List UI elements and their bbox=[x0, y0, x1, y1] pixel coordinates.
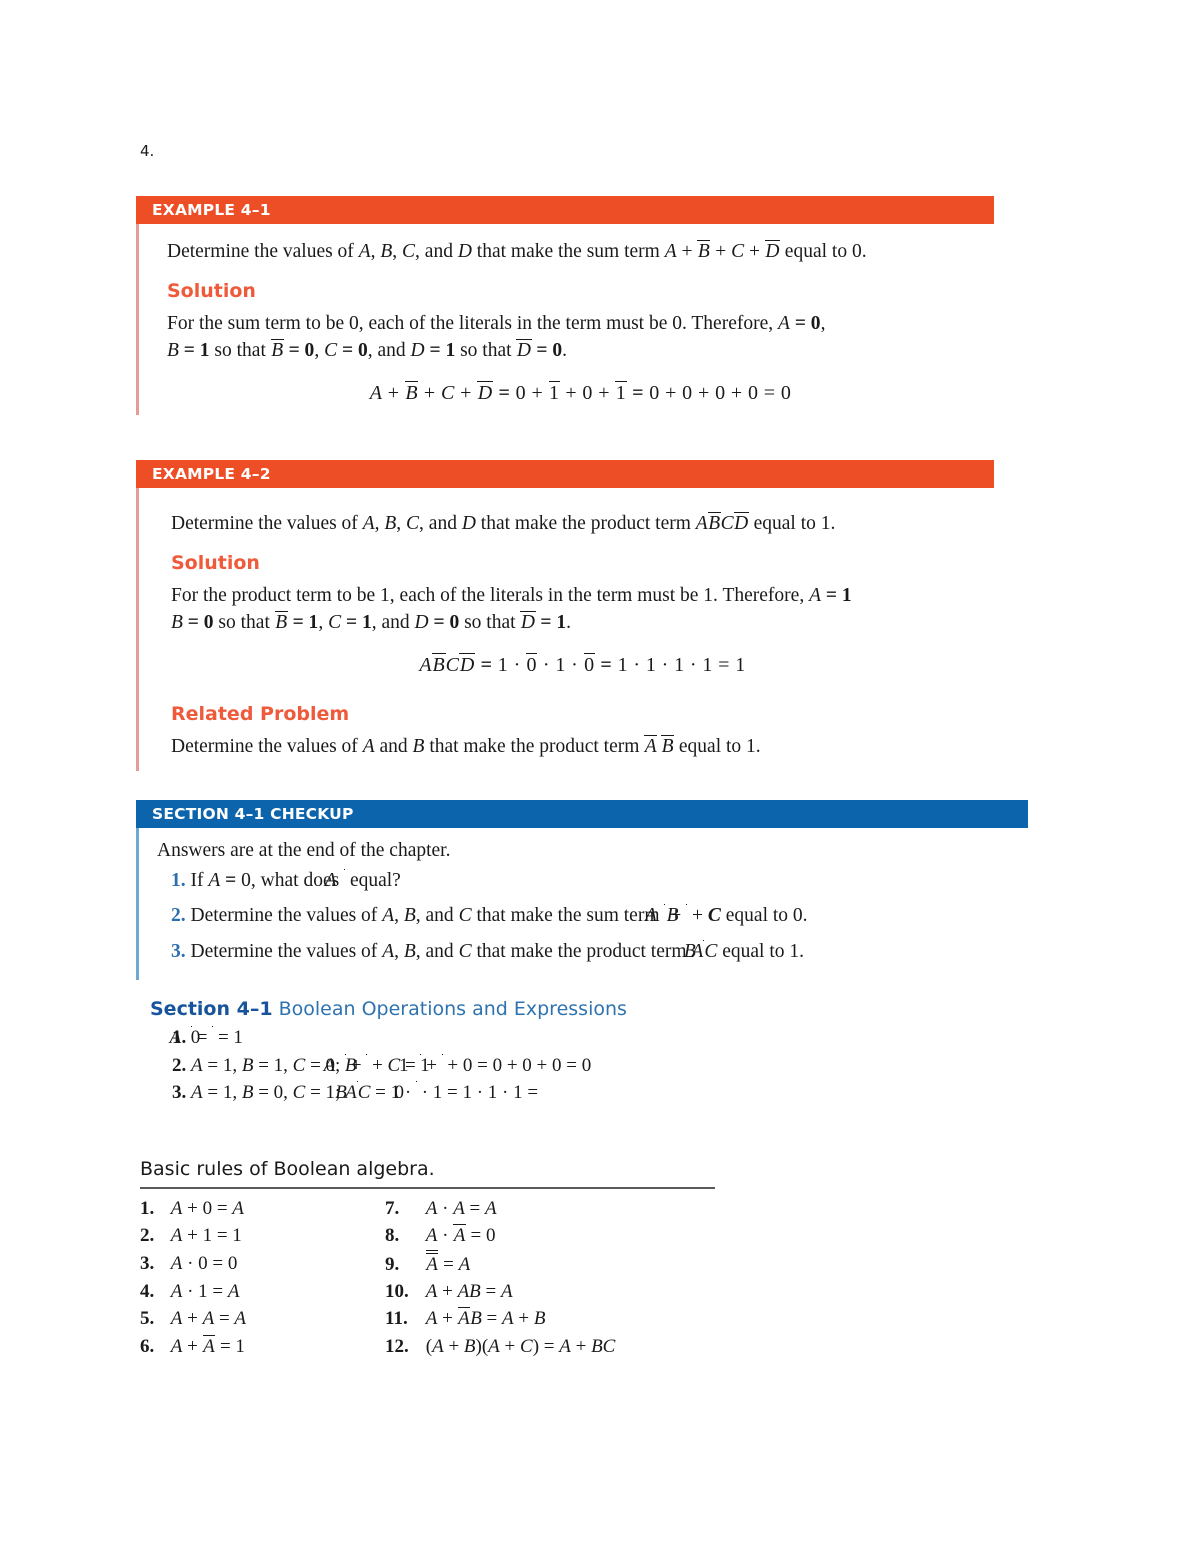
rule-row-12: 12. (A + B)(A + C) = A + BC bbox=[385, 1333, 760, 1360]
basic-rules-divider bbox=[140, 1187, 715, 1189]
example-4-2-related-text: Determine the values of A and B that mak… bbox=[171, 735, 761, 758]
example-4-1-header: EXAMPLE 4–1 bbox=[136, 196, 994, 224]
checkup-item-3-number: 3. bbox=[171, 940, 186, 962]
rule-9-number: 9. bbox=[385, 1253, 400, 1275]
question-number: 4. bbox=[140, 142, 155, 160]
answer-item-2-number: 2. bbox=[172, 1054, 187, 1076]
section-checkup-block: SECTION 4–1 CHECKUP Answers are at the e… bbox=[136, 800, 1028, 981]
example-4-1-block: EXAMPLE 4–1 Determine the values of A, B… bbox=[136, 196, 994, 416]
rule-row-8: 8. A · A = 0 bbox=[385, 1222, 760, 1249]
rule-12-number: 12. bbox=[385, 1335, 409, 1357]
document-page: 4. EXAMPLE 4–1 Determine the values of A… bbox=[0, 0, 1200, 1553]
answers-heading-bold: Section 4–1 bbox=[150, 998, 273, 1020]
checkup-item-1: 1. If A = 0, what does A equal? bbox=[171, 869, 401, 891]
rule-row-9: 9. A = A bbox=[385, 1249, 760, 1278]
answer-item-3: 3. A = 1, B = 0, C = 1; AB C = 1 · 0 · 1 … bbox=[172, 1081, 539, 1104]
rule-3-number: 3. bbox=[140, 1252, 155, 1274]
section-checkup-header: SECTION 4–1 CHECKUP bbox=[136, 800, 1028, 828]
example-4-2-solution-heading: Solution bbox=[171, 551, 260, 574]
example-4-1-problem: Determine the values of A, B, C, and D t… bbox=[167, 240, 867, 262]
rule-row-10: 10. A + AB = A bbox=[385, 1278, 760, 1305]
rule-row-4: 4. A · 1 = A bbox=[140, 1278, 385, 1305]
checkup-item-3: 3. Determine the values of A, B, and C t… bbox=[171, 939, 805, 962]
section-checkup-body: Answers are at the end of the chapter. 1… bbox=[136, 828, 1028, 981]
rule-5-number: 5. bbox=[140, 1308, 155, 1330]
checkup-list: 1. If A = 0, what does A equal? 2. Deter… bbox=[153, 868, 1028, 964]
rule-row-6: 6. A + A = 1 bbox=[140, 1333, 385, 1360]
rule-row-11: 11. A + AB = A + B bbox=[385, 1305, 760, 1332]
example-4-1-body: Determine the values of A, B, C, and D t… bbox=[136, 224, 994, 416]
rule-8-number: 8. bbox=[385, 1225, 400, 1247]
answers-heading: Section 4–1 Boolean Operations and Expre… bbox=[150, 998, 1050, 1020]
rule-7-number: 7. bbox=[385, 1198, 400, 1219]
rule-row-5: 5. A + A = A bbox=[140, 1305, 385, 1332]
checkup-item-1-number: 1. bbox=[171, 870, 186, 891]
answers-block: Section 4–1 Boolean Operations and Expre… bbox=[150, 998, 1050, 1107]
answer-item-1: 1. A = 0 = 1 bbox=[169, 1026, 243, 1048]
example-4-2-block: EXAMPLE 4–2 Determine the values of A, B… bbox=[136, 460, 994, 771]
example-4-1-solution-heading: Solution bbox=[167, 279, 256, 302]
rule-row-2: 2. A + 1 = 1 bbox=[140, 1222, 385, 1249]
answer-item-3-number: 3. bbox=[172, 1082, 187, 1104]
example-4-2-header: EXAMPLE 4–2 bbox=[136, 460, 994, 488]
checkup-intro: Answers are at the end of the chapter. bbox=[157, 840, 451, 861]
basic-rules-block: Basic rules of Boolean algebra. 1. A + 0… bbox=[140, 1158, 760, 1360]
example-4-2-problem: Determine the values of A, B, C, and D t… bbox=[171, 512, 836, 534]
rule-row-1: 1. A + 0 = A bbox=[140, 1195, 385, 1222]
example-4-2-body: Determine the values of A, B, C, and D t… bbox=[136, 488, 994, 771]
basic-rules-title: Basic rules of Boolean algebra. bbox=[140, 1158, 435, 1180]
answers-heading-rest: Boolean Operations and Expressions bbox=[272, 998, 627, 1020]
example-4-1-equation: A + B + C + D = 0 + 1 + 0 + 1 = 0 + 0 + … bbox=[369, 381, 792, 405]
rule-1-number: 1. bbox=[140, 1198, 155, 1219]
answers-list: 1. A = 0 = 1 2. A = 1, B = 1, C = 0; A +… bbox=[150, 1024, 1050, 1107]
rule-6-number: 6. bbox=[140, 1335, 155, 1357]
basic-rules-grid: 1. A + 0 = A 7. A · A = A 2. A + 1 = 1 8… bbox=[140, 1195, 760, 1360]
rule-4-number: 4. bbox=[140, 1281, 155, 1303]
example-4-2-solution-text: For the product term to be 1, each of th… bbox=[171, 584, 852, 634]
rule-row-7: 7. A · A = A bbox=[385, 1195, 760, 1222]
rule-11-number: 11. bbox=[385, 1308, 408, 1330]
checkup-item-2-number: 2. bbox=[171, 905, 186, 927]
example-4-2-related-heading: Related Problem bbox=[171, 703, 350, 726]
example-4-2-equation: ABCD = 1 · 0 · 1 · 0 = 1 · 1 · 1 · 1 = 1 bbox=[419, 653, 746, 677]
rule-10-number: 10. bbox=[385, 1281, 409, 1303]
checkup-item-2: 2. Determine the values of A, B, and C t… bbox=[171, 904, 808, 927]
rule-2-number: 2. bbox=[140, 1225, 155, 1247]
rule-row-3: 3. A · 0 = 0 bbox=[140, 1250, 385, 1278]
answer-item-2: 2. A = 1, B = 1, C = 0; A + B + C = 1 + … bbox=[172, 1053, 592, 1076]
example-4-1-solution-text: For the sum term to be 0, each of the li… bbox=[167, 312, 826, 362]
